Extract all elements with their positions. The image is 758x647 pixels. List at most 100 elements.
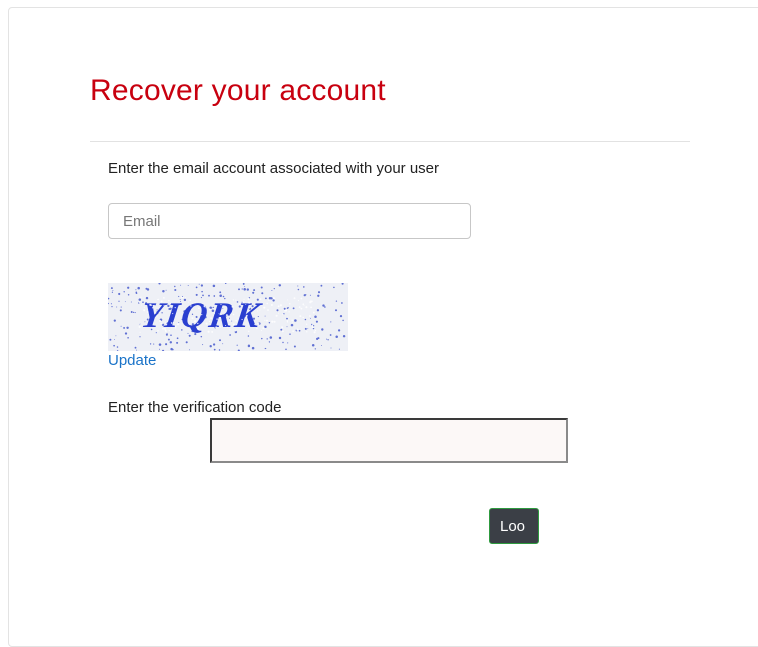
verification-code-input[interactable] [210,418,568,463]
captcha-speckle-dot [197,322,199,325]
verification-label: Enter the verification code [108,399,282,416]
captcha-noise-dot [120,325,122,327]
captcha-noise-dot [247,335,250,337]
captcha-noise-dot [188,334,191,337]
captcha-noise-dot [126,326,129,330]
captcha-noise-dot [272,299,275,302]
captcha-noise-dot [176,337,179,340]
captcha-speckle-dot [140,296,142,298]
captcha-noise-dot [286,326,288,328]
lookup-button[interactable]: Loo [489,508,539,544]
captcha-speckle-dot [268,299,270,301]
captcha-speckle-dot [146,311,149,313]
captcha-speckle-dot [177,323,180,326]
captcha-noise-dot [303,286,305,288]
captcha-noise-dot [159,348,160,350]
captcha-speckle-dot [209,320,211,323]
captcha-speckle-dot [297,300,299,302]
captcha-noise-dot [292,307,295,310]
captcha-speckle-dot [286,320,289,322]
captcha-noise-dot [266,338,268,340]
captcha-speckle-dot [172,313,174,315]
captcha-noise-dot [287,342,289,344]
captcha-speckle-dot [225,314,228,317]
captcha-speckle-dot [168,299,170,302]
captcha-speckle-dot [306,323,308,325]
captcha-noise-dot [132,311,135,314]
captcha-noise-dot [134,312,136,314]
captcha-noise-dot [200,284,204,287]
captcha-speckle-dot [140,304,142,306]
captcha-speckle-dot [232,299,235,301]
captcha-noise-dot [209,345,212,348]
captcha-speckle-dot [189,299,191,302]
captcha-speckle-dot [210,317,213,320]
captcha-noise-dot [285,348,287,351]
captcha-speckle-dot [270,304,273,306]
captcha-speckle-dot [159,319,162,322]
captcha-noise-dot [172,348,174,351]
captcha-speckle-dot [143,309,146,312]
captcha-speckle-dot [157,330,159,332]
captcha-speckle-dot [241,318,243,321]
captcha-noise-dot [113,319,116,322]
email-instruction: Enter the email account associated with … [108,160,440,177]
captcha-noise-dot [158,343,162,346]
captcha-speckle-dot [245,304,247,305]
captcha-speckle-dot [277,312,279,314]
captcha-speckle-dot [201,313,203,316]
captcha-speckle-dot [180,296,183,299]
captcha-noise-dot [304,327,307,330]
update-captcha-link[interactable]: Update [108,352,156,369]
captcha-speckle-dot [160,322,163,325]
captcha-noise-dot [310,317,312,319]
captcha-noise-dot [176,341,179,344]
captcha-speckle-dot [226,326,228,328]
captcha-noise-dot [333,286,335,289]
captcha-noise-dot [247,344,250,347]
captcha-speckle-dot [281,326,284,329]
captcha-noise-dot [174,288,177,292]
captcha-noise-dot [326,338,328,340]
captcha-noise-dot [339,315,343,318]
captcha-speckle-dot [163,297,165,299]
captcha-noise-dot [149,343,152,345]
captcha-noise-dot [297,285,299,287]
captcha-speckle-dot [296,328,299,331]
captcha-noise-dot [253,289,256,292]
captcha-noise-dot [130,311,133,313]
captcha-speckle-dot [259,298,262,301]
captcha-speckle-dot [303,305,305,306]
captcha-noise-dot [127,294,130,296]
captcha-speckle-dot [242,300,245,304]
captcha-speckle-dot [152,307,154,309]
captcha-noise-dot [167,338,170,341]
captcha-noise-dot [169,341,173,344]
captcha-speckle-dot [299,315,302,318]
captcha-speckle-dot [164,328,166,330]
captcha-noise-dot [162,349,165,351]
captcha-speckle-dot [262,302,264,304]
captcha-noise-dot [278,284,282,287]
captcha-speckle-dot [161,327,164,330]
captcha-speckle-dot [248,307,251,309]
captcha-noise-dot [307,328,309,330]
captcha-speckle-dot [156,315,158,317]
captcha-speckle-dot [267,309,269,311]
captcha-image: YIQRK [108,283,348,351]
captcha-speckle-dot [164,329,167,332]
captcha-speckle-dot [194,302,196,304]
captcha-speckle-dot [231,305,234,308]
captcha-speckle-dot [172,321,174,323]
captcha-noise-dot [327,339,329,341]
captcha-noise-dot [241,288,243,290]
captcha-speckle-dot [248,301,251,304]
email-input[interactable] [108,203,471,239]
captcha-noise-dot [158,283,161,285]
captcha-noise-dot [127,336,129,339]
captcha-speckle-dot [174,306,176,309]
captcha-noise-dot [252,291,255,294]
captcha-noise-dot [130,301,132,303]
captcha-speckle-dot [305,306,308,309]
captcha-speckle-dot [264,319,266,321]
